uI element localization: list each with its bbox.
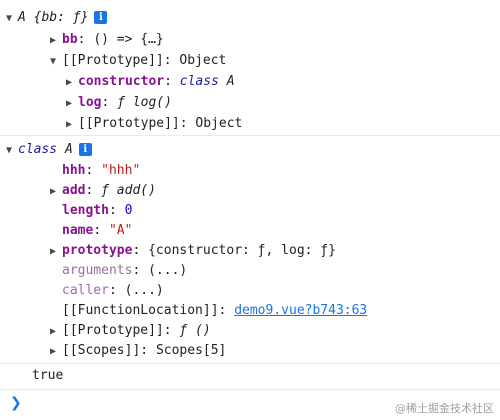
- property-row-prototype[interactable]: ▼ [[Prototype]]: Object: [50, 51, 226, 71]
- triangle-right-icon[interactable]: ▶: [66, 73, 78, 93]
- triangle-right-icon[interactable]: ▶: [50, 242, 62, 262]
- triangle-down-icon[interactable]: ▼: [6, 9, 18, 29]
- source-link[interactable]: demo9.vue?b743:63: [234, 303, 367, 318]
- property-row-hhh: hhh: "hhh": [62, 163, 141, 178]
- property-row-length: length: 0: [62, 203, 133, 218]
- object-header-row[interactable]: ▼ A {bb: ƒ} i: [6, 8, 108, 29]
- property-value: ƒ log(): [117, 95, 172, 110]
- info-icon[interactable]: i: [94, 11, 108, 24]
- property-key: hhh: [62, 163, 86, 178]
- property-value: Object: [195, 116, 243, 131]
- property-key: constructor: [78, 74, 165, 89]
- object-class-name: A: [18, 10, 26, 25]
- property-value: 0: [124, 203, 133, 218]
- triangle-right-icon[interactable]: ▶: [66, 115, 78, 135]
- property-row-arguments[interactable]: arguments: (...): [62, 261, 187, 281]
- class-name: A: [64, 142, 73, 157]
- property-value: Scopes[5]: [155, 343, 227, 358]
- boolean-output: true: [32, 368, 64, 383]
- property-key: add: [62, 183, 86, 198]
- class-keyword: class: [179, 74, 219, 89]
- triangle-down-icon[interactable]: ▼: [6, 141, 18, 161]
- property-key: [[Scopes]]: [62, 343, 141, 358]
- property-value[interactable]: (...): [125, 283, 164, 298]
- console-prompt[interactable]: ❯ @稀土掘金技术社区: [0, 389, 500, 420]
- property-value: ƒ add(): [101, 183, 156, 198]
- info-icon[interactable]: i: [78, 143, 92, 156]
- property-row-proto[interactable]: ▶ [[Prototype]]: ƒ (): [50, 321, 211, 341]
- property-value[interactable]: (...): [148, 263, 187, 278]
- property-key: arguments: [62, 263, 133, 278]
- property-value: "hhh": [101, 163, 141, 178]
- property-key: name: [62, 223, 94, 238]
- property-row-add[interactable]: ▶ add: ƒ add(): [50, 181, 156, 201]
- property-key: [[Prototype]]: [78, 116, 180, 131]
- property-row-constructor[interactable]: ▶ constructor: class A: [66, 72, 235, 92]
- property-key: [[FunctionLocation]]: [62, 303, 219, 318]
- property-row-bb[interactable]: ▶ bb: () => {…}: [50, 30, 164, 50]
- class-keyword: class: [18, 142, 58, 157]
- property-value: Object: [179, 53, 227, 68]
- property-row-name: name: "A": [62, 223, 133, 238]
- property-row-caller[interactable]: caller: (...): [62, 281, 164, 301]
- property-value: () => {…}: [93, 32, 164, 47]
- console-entry-class: ▼ class Ai hhh: "hhh" ▶ add: ƒ add() lengt…: [0, 135, 500, 364]
- property-row-inner-prototype[interactable]: ▶ [[Prototype]]: Object: [66, 114, 242, 134]
- class-name: A: [226, 74, 235, 89]
- property-row-prototype[interactable]: ▶ prototype: {constructor: ƒ, log: ƒ}: [50, 241, 336, 261]
- console-entry-boolean: true: [0, 363, 500, 390]
- triangle-right-icon[interactable]: ▶: [50, 342, 62, 362]
- object-preview: {bb: ƒ}: [33, 10, 89, 25]
- triangle-down-icon[interactable]: ▼: [50, 52, 62, 72]
- property-key: prototype: [62, 243, 133, 258]
- console-panel: ▼ A {bb: ƒ} i ▶ bb: () => {…} ▼ [[Prototype]…: [0, 0, 500, 420]
- property-row-scopes[interactable]: ▶ [[Scopes]]: Scopes[5]: [50, 341, 226, 361]
- property-key: bb: [62, 32, 78, 47]
- property-key: length: [62, 203, 109, 218]
- triangle-right-icon[interactable]: ▶: [50, 31, 62, 51]
- property-row-function-location: [[FunctionLocation]]: demo9.vue?b743:63: [62, 303, 368, 318]
- property-value: "A": [108, 223, 133, 238]
- property-value: {constructor: ƒ, log: ƒ}: [148, 243, 336, 258]
- console-entry-object: ▼ A {bb: ƒ} i ▶ bb: () => {…} ▼ [[Prototype]…: [0, 0, 500, 136]
- triangle-right-icon[interactable]: ▶: [50, 182, 62, 202]
- property-value: ƒ (): [179, 323, 211, 338]
- property-key: [[Prototype]]: [62, 323, 164, 338]
- triangle-right-icon[interactable]: ▶: [66, 94, 78, 114]
- property-key: [[Prototype]]: [62, 53, 164, 68]
- class-header-row[interactable]: ▼ class Ai: [6, 140, 92, 160]
- triangle-right-icon[interactable]: ▶: [50, 322, 62, 342]
- property-key: caller: [62, 283, 109, 298]
- prompt-caret-icon: ❯: [10, 395, 22, 411]
- property-key: log: [78, 95, 102, 110]
- watermark: @稀土掘金技术社区: [395, 402, 494, 415]
- property-row-log[interactable]: ▶ log: ƒ log(): [66, 93, 172, 113]
